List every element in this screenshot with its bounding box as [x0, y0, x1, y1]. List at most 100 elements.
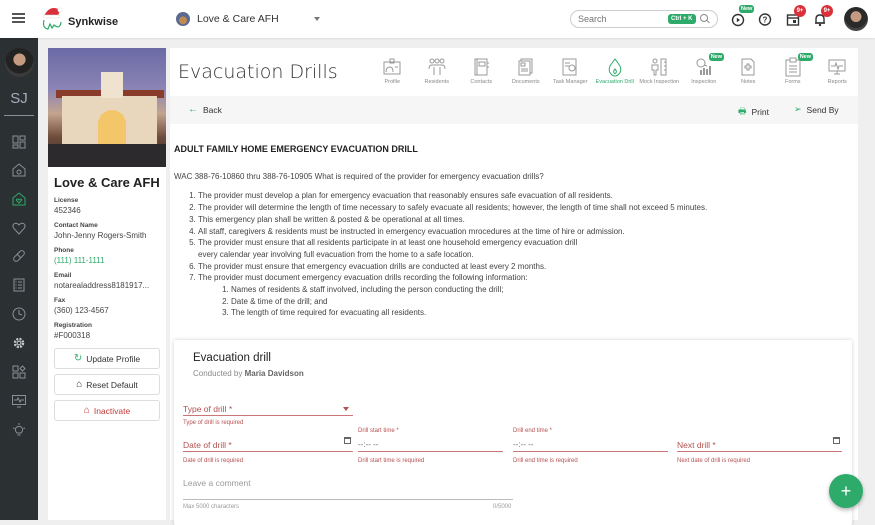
pill-icon — [13, 250, 25, 262]
facility-avatar — [176, 12, 190, 26]
tab-inspection[interactable]: Inspection New — [682, 53, 727, 85]
app-logo[interactable]: Synkwise — [40, 4, 118, 32]
sidebar-item-records[interactable] — [11, 277, 27, 293]
tab-label: Forms — [784, 79, 801, 85]
menu-icon[interactable] — [12, 13, 25, 23]
next-drill-label: Next drill * — [677, 440, 716, 450]
chevron-down-icon — [343, 407, 349, 411]
sidebar-item-medication[interactable] — [11, 248, 27, 264]
person-ruler-icon — [651, 58, 667, 76]
type-of-drill-error: Type of drill is required — [183, 420, 244, 426]
requirement-item: The provider must develop a plan for eme… — [198, 190, 854, 202]
tab-label: Profile — [384, 79, 401, 85]
search-box[interactable]: Ctrl + K — [570, 10, 718, 28]
tab-documents[interactable]: Documents — [504, 54, 549, 85]
comment-placeholder: Leave a comment — [183, 478, 251, 488]
tab-profile[interactable]: Profile — [370, 54, 415, 85]
sidebar-item-ideas[interactable] — [11, 422, 27, 438]
sidebar-item-dashboard[interactable] — [11, 134, 27, 150]
tab-mock-inspection[interactable]: Mock Inspection — [637, 54, 682, 85]
sidebar-item-facility[interactable] — [11, 162, 27, 178]
type-of-drill-select[interactable]: Type of drill * — [183, 402, 353, 416]
requirement-item: All staff, caregivers & residents must b… — [198, 226, 854, 238]
search-icon[interactable] — [699, 14, 710, 24]
type-of-drill-label: Type of drill * — [183, 404, 233, 414]
house-heart-icon — [12, 192, 26, 206]
divider — [4, 115, 34, 116]
requirement-item: The provider must document emergency eva… — [198, 272, 854, 319]
help-button[interactable]: ? — [757, 11, 773, 27]
task-clock-icon — [562, 58, 577, 76]
tab-notes[interactable]: Notes — [726, 54, 771, 85]
drill-end-time-value: --:-- -- — [513, 440, 534, 449]
calendar-icon[interactable] — [344, 437, 351, 444]
add-button[interactable]: + — [829, 474, 863, 508]
new-badge: New — [708, 53, 724, 61]
calendar-icon[interactable] — [833, 437, 840, 444]
tab-reports[interactable]: Reports — [815, 54, 860, 85]
sub-requirement-item: Names of residents & staff involved, inc… — [231, 284, 854, 296]
regulation-document: ADULT FAMILY HOME EMERGENCY EVACUATION D… — [174, 144, 854, 319]
print-label: Print — [751, 107, 769, 117]
notifications-button[interactable]: 9+ — [812, 5, 833, 27]
flame-icon — [608, 58, 622, 77]
search-input[interactable] — [578, 14, 666, 24]
dashboard-icon — [12, 135, 26, 149]
top-bar: Synkwise Love & Care AFH Ctrl + K New ? … — [0, 0, 875, 38]
back-button[interactable]: ← Back — [188, 104, 222, 115]
checklist-icon — [13, 278, 25, 292]
module-tabs: Profile Residents Contacts Documents Tas… — [370, 53, 860, 85]
drill-end-time-label: Drill end time * — [513, 428, 553, 434]
sidebar-item-settings[interactable] — [11, 335, 27, 351]
santa-hat-logo-icon — [42, 7, 63, 30]
facility-select[interactable]: Love & Care AFH — [176, 10, 324, 28]
tab-contacts[interactable]: Contacts — [459, 54, 504, 85]
reset-default-button[interactable]: ⌂ Reset Default — [54, 374, 160, 395]
send-label: Send By — [806, 104, 839, 115]
send-by-button[interactable]: ➢ Send By — [794, 104, 839, 115]
document-title: ADULT FAMILY HOME EMERGENCY EVACUATION D… — [174, 144, 418, 154]
house-reset-icon: ⌂ — [76, 379, 83, 390]
play-tutorial-button[interactable]: New — [731, 5, 755, 27]
date-of-drill-label: Date of drill * — [183, 440, 232, 450]
tab-residents[interactable]: Residents — [415, 54, 460, 85]
phone-label: Phone — [54, 247, 74, 254]
contact-label: Contact Name — [54, 222, 98, 229]
tab-evacuation-drill[interactable]: Evacuation Drill — [593, 54, 638, 85]
calendar-button[interactable]: 9+ — [785, 5, 806, 27]
calendar-count-badge: 9+ — [794, 5, 806, 17]
house-off-icon: ⌂ — [83, 405, 90, 416]
fax-label: Fax — [54, 297, 66, 304]
print-button[interactable]: 🖶 Print — [738, 104, 769, 120]
date-of-drill-input[interactable]: Date of drill * — [183, 436, 353, 452]
email-label: Email — [54, 272, 72, 279]
sidebar-item-monitor[interactable] — [11, 393, 27, 409]
requirement-item: The provider will determine the length o… — [198, 202, 854, 214]
shortcut-badge: Ctrl + K — [668, 14, 696, 24]
requirements-list: The provider must develop a plan for eme… — [189, 190, 854, 319]
evacuation-drill-form: Evacuation drill Conducted by Maria Davi… — [174, 340, 852, 525]
sidebar-item-apps[interactable] — [11, 364, 27, 380]
main-panel: Evacuation Drills Profile Residents Cont… — [170, 48, 860, 525]
next-drill-error: Next date of drill is required — [677, 458, 751, 464]
user-avatar[interactable] — [844, 7, 868, 31]
tab-forms[interactable]: Forms New — [771, 53, 816, 85]
next-drill-input[interactable]: Next drill * — [677, 436, 842, 452]
inactivate-button[interactable]: ⌂ Inactivate — [54, 400, 160, 421]
printer-icon: 🖶 — [738, 106, 747, 116]
drill-end-time-input[interactable]: Drill end time * --:-- -- — [513, 428, 668, 452]
tab-task-manager[interactable]: Task Manager — [548, 54, 593, 85]
sidebar-user-avatar[interactable] — [5, 48, 34, 77]
drill-start-time-error: Drill start time is required — [358, 458, 425, 464]
sidebar-item-evacuation[interactable] — [11, 191, 27, 207]
sidebar-item-health[interactable] — [11, 220, 27, 236]
phone-link[interactable]: (111) 111-1111 — [54, 256, 162, 265]
registration-value: #F000318 — [54, 331, 91, 340]
comment-textarea[interactable]: Leave a comment — [183, 478, 513, 500]
sidebar-item-schedule[interactable] — [11, 306, 27, 322]
chevron-down-icon — [314, 17, 320, 21]
drill-start-time-input[interactable]: Drill start time * --:-- -- — [358, 428, 503, 452]
refresh-icon: ↻ — [73, 353, 83, 364]
fax-value: (360) 123-4567 — [54, 306, 109, 315]
update-profile-button[interactable]: ↻ Update Profile — [54, 348, 160, 369]
